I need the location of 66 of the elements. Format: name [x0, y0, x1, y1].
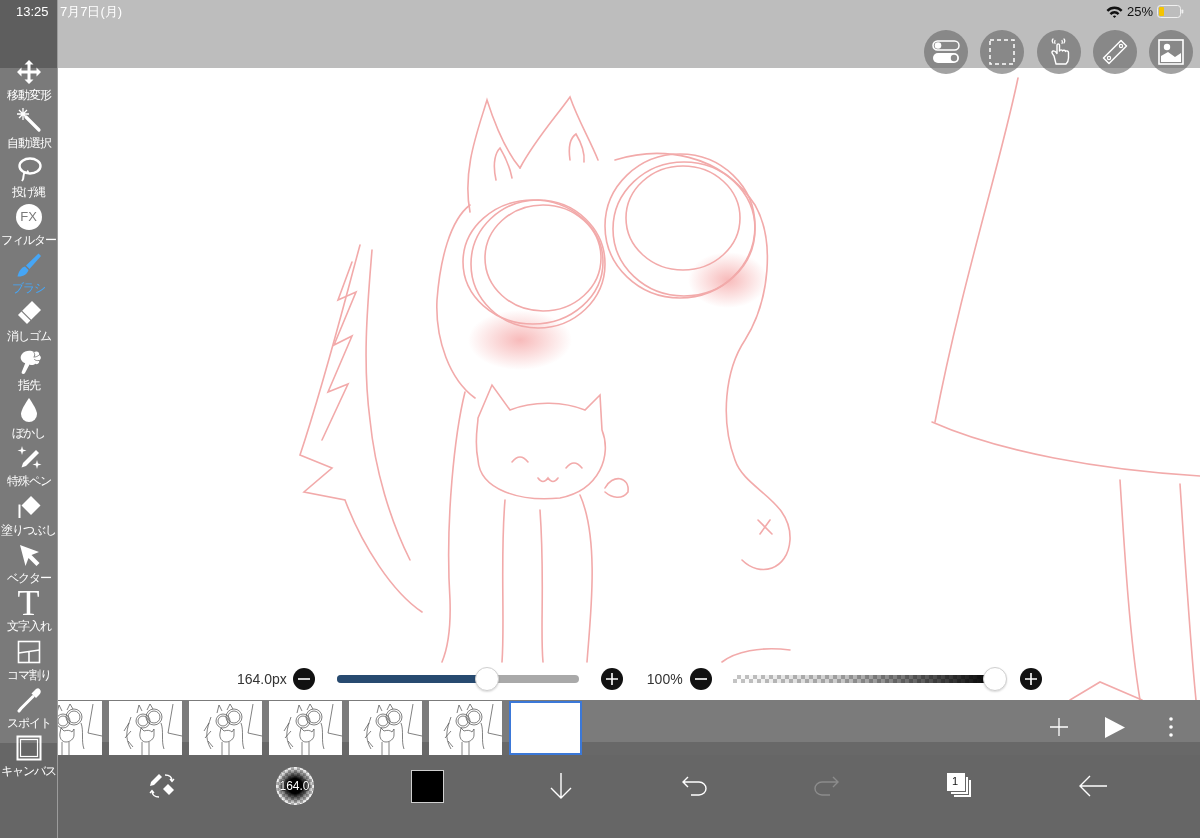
- undo-icon: [680, 776, 707, 796]
- tool-button[interactable]: 消しゴム: [0, 300, 57, 349]
- increase-size-button[interactable]: [600, 668, 623, 690]
- tool-button[interactable]: 指先: [0, 348, 57, 398]
- dashed-selection-icon: [989, 39, 1016, 65]
- plus-icon: [605, 673, 618, 685]
- color-swatch[interactable]: [411, 769, 444, 803]
- panel-layout-icon: [15, 638, 42, 665]
- brush-size-reading: 164.0px: [237, 671, 287, 687]
- fx-icon: FX: [15, 203, 42, 230]
- tool-button[interactable]: ぼかし: [0, 397, 57, 446]
- material-button[interactable]: [1149, 30, 1193, 74]
- selection-button[interactable]: [980, 30, 1025, 74]
- wifi-icon: [1105, 5, 1123, 18]
- eyedropper-icon: [15, 686, 42, 713]
- tool-button[interactable]: 移動変形: [0, 59, 57, 108]
- more-vertical-icon: [1169, 717, 1173, 737]
- plus-icon: [1050, 718, 1068, 736]
- touch-button[interactable]: [1036, 30, 1081, 74]
- ruler-button[interactable]: [1092, 30, 1137, 74]
- ruler-icon: [1101, 39, 1128, 65]
- tool-button[interactable]: スポイト: [0, 686, 57, 736]
- battery-icon: [1157, 5, 1184, 18]
- tool-button[interactable]: キャンバス: [0, 735, 57, 784]
- redo-icon: [813, 776, 840, 796]
- frame-thumbnail[interactable]: [58, 701, 102, 755]
- frame-thumbnail[interactable]: [269, 701, 342, 755]
- frame-thumbnail[interactable]: [429, 701, 502, 755]
- brush-size-button[interactable]: 164.0: [275, 767, 314, 805]
- move-arrows-icon: [15, 59, 42, 85]
- brush-icon: [15, 252, 42, 279]
- slider-thumb[interactable]: [982, 667, 1007, 691]
- lasso-icon: [15, 155, 42, 182]
- frame-thumbnail[interactable]: [509, 701, 582, 755]
- slider-thumb[interactable]: [474, 667, 499, 691]
- tool-button[interactable]: 自動選択: [0, 107, 57, 156]
- frame-thumbnail[interactable]: [109, 701, 182, 755]
- image-icon: [1158, 39, 1184, 65]
- magic-wand-icon: [15, 107, 42, 134]
- tool-button[interactable]: 塗りつぶし: [0, 493, 57, 542]
- tool-button[interactable]: T 文字入れ: [0, 590, 57, 639]
- back-button[interactable]: [1078, 775, 1107, 797]
- down-arrow-button[interactable]: [548, 773, 573, 799]
- frame-thumbnail[interactable]: [349, 701, 422, 755]
- tool-button[interactable]: 特殊ペン: [0, 445, 57, 494]
- decrease-opacity-button[interactable]: [689, 668, 712, 690]
- undo-button[interactable]: [680, 776, 707, 796]
- play-icon: [1105, 716, 1125, 738]
- status-time: 13:25: [15, 3, 49, 21]
- status-date: 7月7日(月): [60, 4, 123, 19]
- frame-thumbnail[interactable]: [189, 701, 262, 755]
- down-arrow-icon: [548, 773, 573, 799]
- tool-button[interactable]: ベクター: [0, 541, 57, 591]
- decrease-size-button[interactable]: [292, 668, 315, 690]
- canvas-frame-icon: [15, 735, 42, 762]
- tool-button[interactable]: FX フィルター: [0, 203, 57, 253]
- toggle-switches-icon: [932, 40, 960, 64]
- increase-opacity-button[interactable]: [1019, 668, 1042, 690]
- battery-percent: 25%: [1126, 4, 1153, 19]
- tool-button[interactable]: 投げ縄: [0, 155, 57, 204]
- opacity-reading: 100%: [646, 671, 683, 687]
- left-arrow-icon: [1078, 775, 1107, 797]
- tool-button[interactable]: コマ割り: [0, 638, 57, 687]
- display-toggle-button[interactable]: [924, 30, 968, 74]
- plus-icon: [1024, 673, 1037, 685]
- letter-t-icon: T: [17, 590, 40, 617]
